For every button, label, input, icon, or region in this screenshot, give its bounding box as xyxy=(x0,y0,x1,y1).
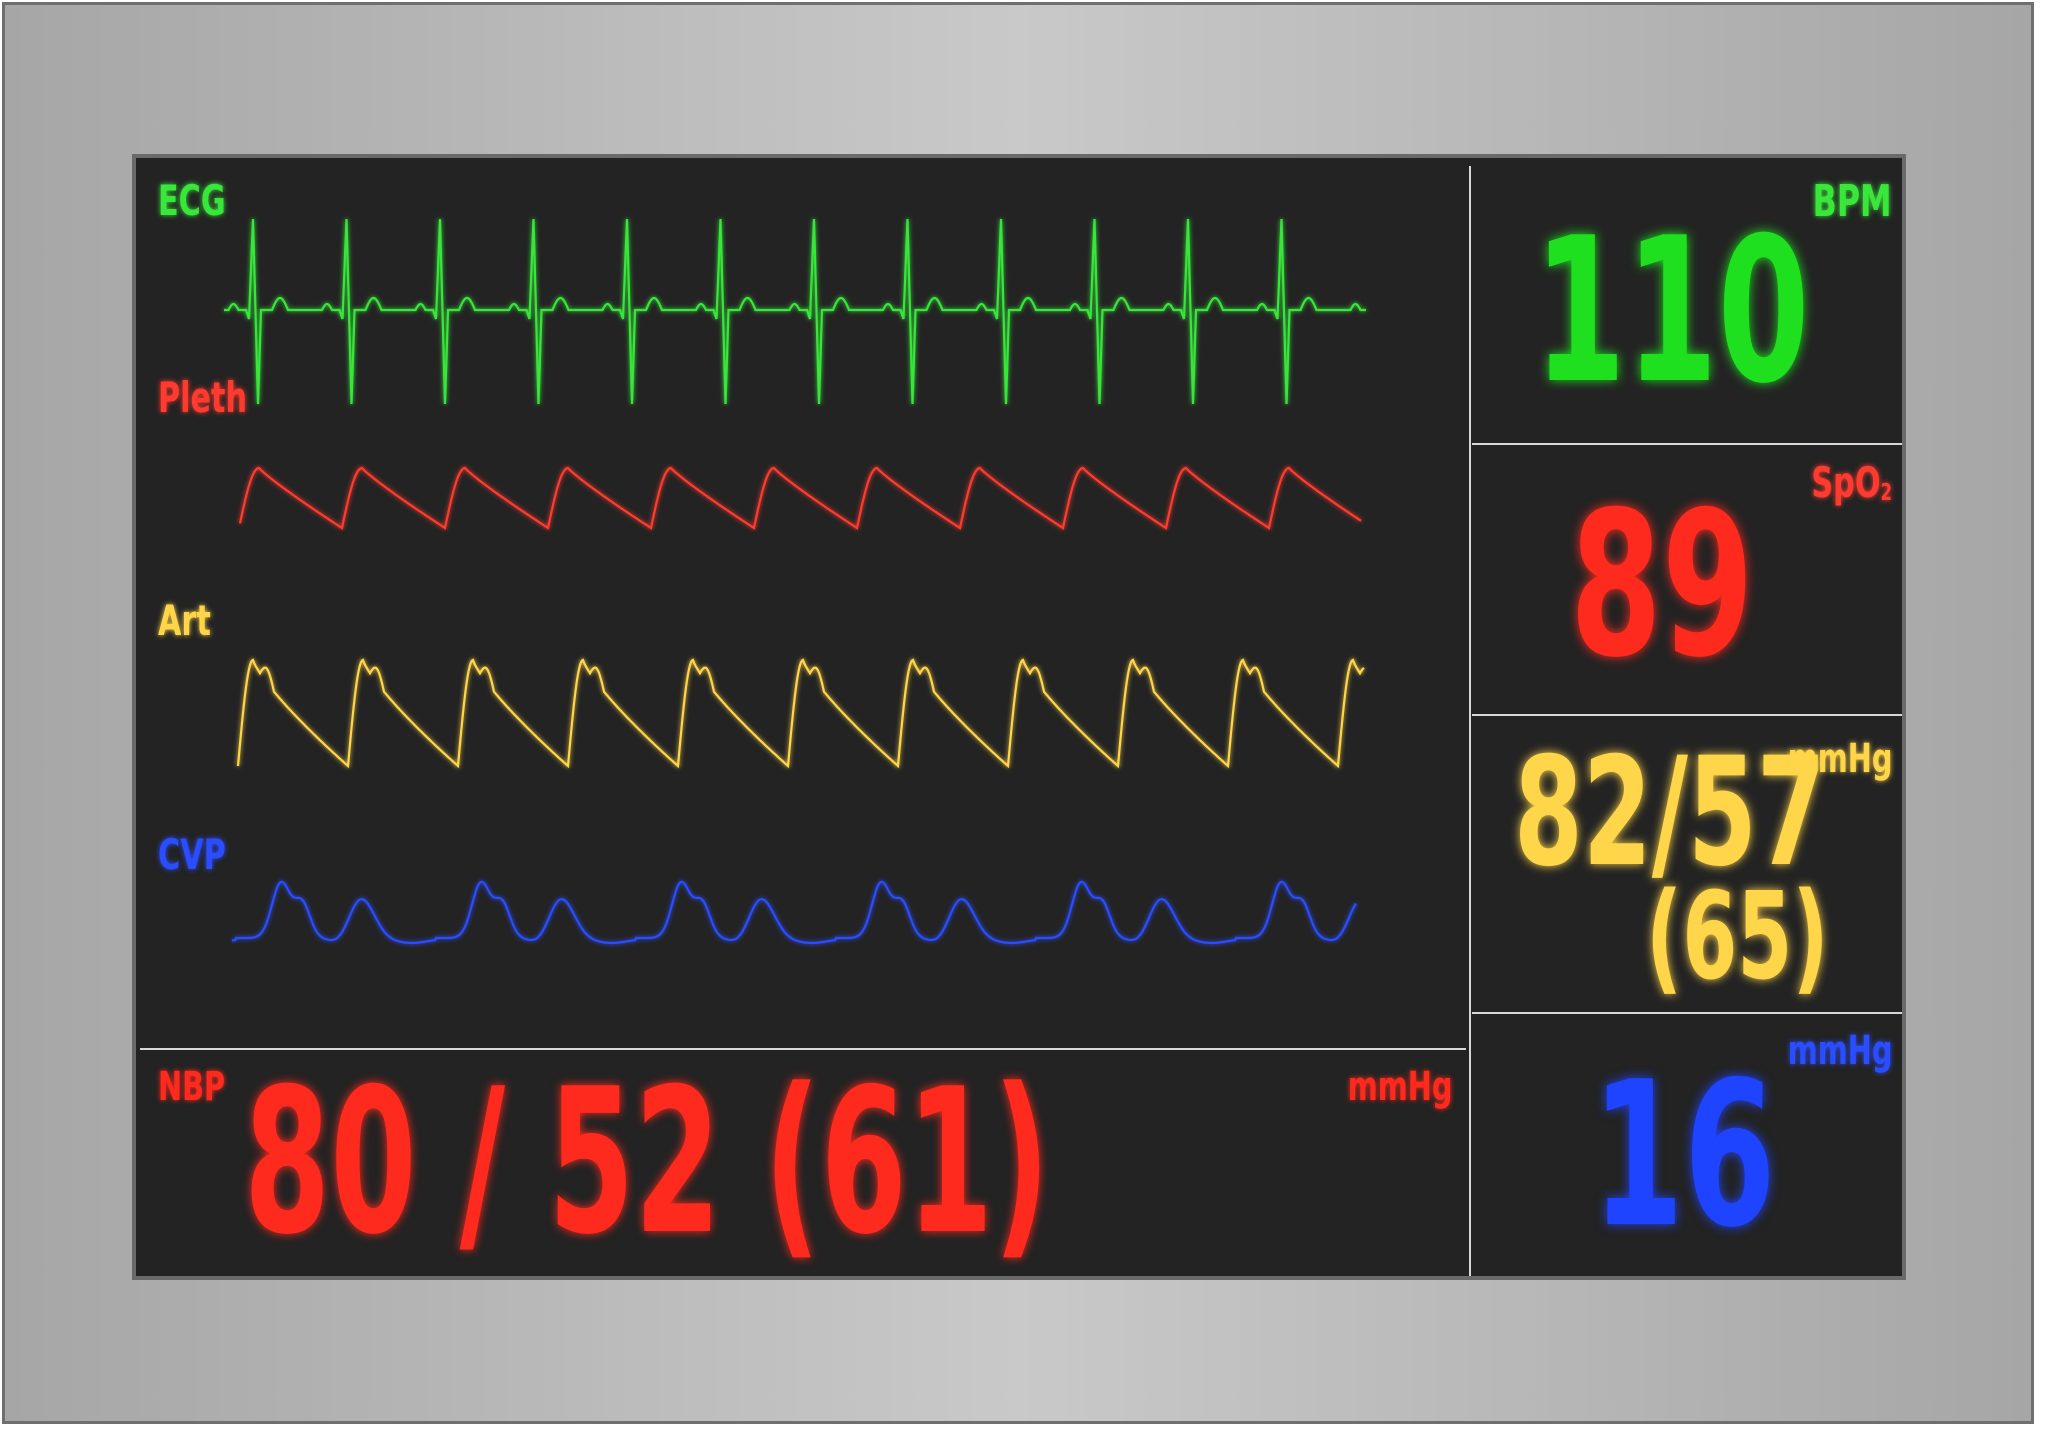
vertical-divider xyxy=(1469,166,1471,1276)
cvp-unit: mmHg xyxy=(1787,1028,1892,1074)
cvp-waveform xyxy=(231,880,1357,945)
ecg-label: ECG xyxy=(158,176,226,225)
nbp-unit: mmHg xyxy=(1347,1064,1452,1110)
art-unit: mmHg xyxy=(1787,736,1892,782)
nbp-value: 80 / 52 (61) xyxy=(244,1046,1050,1279)
heart-rate-value: 110 xyxy=(1534,195,1810,428)
art-mean-value: (65) xyxy=(1646,868,1829,1007)
pleth-waveform xyxy=(238,466,1362,530)
hr-spo2-divider xyxy=(1472,443,1902,445)
waveform-area xyxy=(224,218,1366,945)
pleth-label: Pleth xyxy=(158,373,248,422)
bpm-label: BPM xyxy=(1813,176,1892,227)
art-label: Art xyxy=(158,596,211,645)
ecg-waveform xyxy=(224,218,1366,405)
art-waveform xyxy=(236,658,1365,769)
spo2-value: 89 xyxy=(1570,469,1754,702)
nbp-label: NBP xyxy=(158,1064,226,1110)
spo2-label-text: SpO xyxy=(1811,458,1881,507)
cvp-label: CVP xyxy=(158,830,226,879)
spo2-art-divider xyxy=(1472,714,1902,716)
art-cvp-divider xyxy=(1472,1012,1902,1014)
monitor-screen: ECG Pleth Art CVP NBP mmHg 80 / 52 (61) … xyxy=(132,154,1906,1280)
spo2-label: SpO2 xyxy=(1811,458,1892,507)
cvp-value: 16 xyxy=(1592,1039,1776,1272)
spo2-label-sub: 2 xyxy=(1880,480,1892,507)
art-pressure-value: 82/57 xyxy=(1514,726,1826,900)
